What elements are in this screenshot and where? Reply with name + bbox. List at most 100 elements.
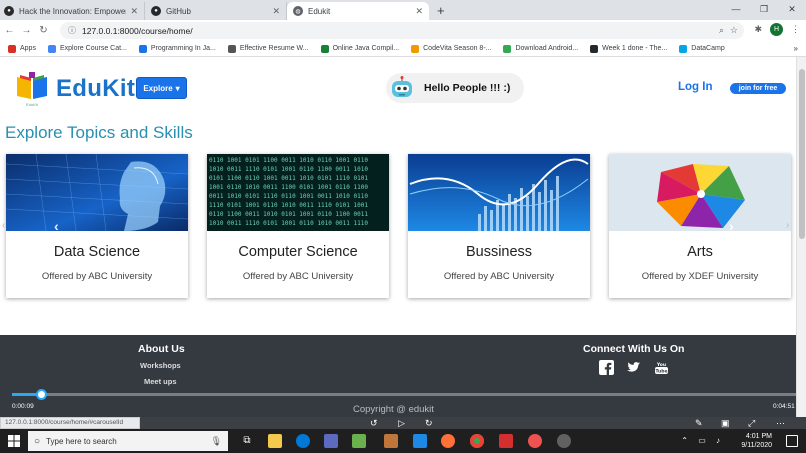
bookmark-item[interactable]: CodeVita Season 8-... — [411, 44, 491, 53]
bookmark-item[interactable]: Download Android... — [503, 44, 578, 53]
close-icon[interactable]: ✕ — [130, 6, 138, 17]
total-time: 0:04:51 — [773, 403, 795, 410]
fast-forward-icon[interactable]: ↻ — [425, 417, 433, 429]
new-tab-button[interactable]: + — [437, 3, 445, 18]
bookmark-favicon-icon — [227, 44, 236, 53]
tab-hack-the-innovation[interactable]: ● Hack the Innovation: Empowerin ✕ — [0, 2, 145, 20]
edukit-logo-icon[interactable] — [14, 71, 50, 101]
profile-avatar[interactable]: H — [770, 23, 783, 36]
bookmark-item[interactable]: Apps — [8, 44, 36, 53]
svg-text:1010 0011 1110 0101 1001 0110: 1010 0011 1110 0101 1001 0110 1100 0011 … — [209, 166, 368, 173]
taskbar-search-input[interactable]: ○ Type here to search 🎙︎ — [28, 431, 228, 451]
play-icon[interactable]: ▷ — [398, 417, 405, 429]
edge-icon[interactable] — [296, 434, 310, 448]
edit-icon[interactable]: ✎ — [695, 417, 703, 429]
course-name: Computer Science — [238, 244, 358, 260]
svg-text:0110 1001 0101 1100 0011 1010: 0110 1001 0101 1100 0011 1010 0110 1001 … — [209, 157, 368, 164]
address-bar: ← → ↻ ⓘ 127.0.0.1:8000/course/home/ ⌕ ☆ … — [0, 20, 806, 41]
tab-title: Hack the Innovation: Empowerin — [19, 6, 127, 16]
site-logo-text[interactable]: EduKit — [56, 75, 135, 103]
fullscreen-icon[interactable]: ⤢ — [748, 417, 755, 429]
scroll-left-icon[interactable]: ‹ — [2, 220, 5, 231]
bookmark-favicon-icon — [679, 44, 688, 53]
caret-down-icon: ▾ — [175, 83, 180, 93]
zoom-icon[interactable]: ⌕ — [719, 25, 724, 36]
store-icon[interactable] — [324, 434, 338, 448]
twitter-icon[interactable] — [626, 360, 641, 375]
window-controls: — ❐ ✕ — [722, 0, 806, 18]
page-scrollbar[interactable] — [796, 57, 806, 417]
mini-player-icon[interactable]: ▣ — [721, 417, 730, 429]
info-icon[interactable]: ⓘ — [68, 25, 76, 36]
bookmark-item[interactable]: Effective Resume W... — [227, 44, 309, 53]
course-name: Data Science — [53, 244, 141, 260]
svg-text:1010 0011 1110 0101 1001 0110: 1010 0011 1110 0101 1001 0110 1010 0011 … — [209, 220, 368, 227]
minimize-icon[interactable]: — — [722, 0, 750, 18]
bookmarks-overflow-icon[interactable]: » — [794, 44, 798, 53]
facebook-icon[interactable] — [599, 360, 614, 375]
course-card-data-science[interactable]: ‹ Data Science Offered by ABC University — [5, 153, 189, 298]
chrome-icon[interactable] — [470, 434, 484, 448]
firefox-icon[interactable] — [441, 434, 455, 448]
back-arrow-icon[interactable]: ← — [2, 25, 17, 36]
search-placeholder: Type here to search — [46, 436, 117, 446]
meetups-link[interactable]: Meet ups — [144, 377, 177, 386]
tab-title: GitHub — [166, 6, 191, 16]
course-card-computer-science[interactable]: 0110 1001 0101 1100 0011 1010 0110 1001 … — [207, 154, 389, 298]
youtube-icon[interactable]: You Tube — [654, 360, 669, 375]
course-card-arts[interactable]: › Arts Offered by XDEF University — [609, 154, 791, 298]
course-card-bussiness[interactable]: Bussiness Offered by ABC University — [408, 154, 590, 298]
file-explorer-icon[interactable] — [268, 434, 282, 448]
bookmark-item[interactable]: Programming In Ja... — [138, 44, 216, 53]
forward-arrow-icon[interactable]: → — [19, 25, 34, 36]
tab-edukit[interactable]: ◍ Edukit ✕ — [287, 2, 429, 20]
url-input[interactable]: ⓘ 127.0.0.1:8000/course/home/ ⌕ ☆ — [60, 22, 744, 39]
more-options-icon[interactable]: ⋯ — [776, 417, 785, 429]
clock-date: 9/11/2020 — [741, 442, 772, 449]
site-footer: About Us Workshops Meet ups Connect With… — [0, 335, 796, 417]
tab-github[interactable]: ● GitHub ✕ — [145, 2, 287, 20]
logo-subtitle: EduKit — [26, 102, 38, 107]
svg-text:0101 1100 0110 1001 0011 1010: 0101 1100 0110 1001 0011 1010 0101 1110 … — [209, 175, 368, 182]
close-icon[interactable]: ✕ — [272, 6, 280, 17]
bookmark-item[interactable]: Online Java Compil... — [320, 44, 399, 53]
vscode-icon[interactable] — [413, 434, 427, 448]
microphone-icon[interactable]: 🎙︎ — [211, 436, 222, 447]
video-seek-bar[interactable] — [12, 393, 796, 396]
bookmark-label: Explore Course Cat... — [59, 45, 127, 52]
carousel-prev-icon[interactable]: ‹ — [54, 218, 59, 234]
bookmark-item[interactable]: Explore Course Cat... — [47, 44, 127, 53]
login-link[interactable]: Log In — [678, 81, 713, 93]
business-image — [408, 154, 590, 231]
reload-icon[interactable]: ↻ — [36, 25, 51, 36]
settings-app-icon[interactable] — [557, 434, 571, 448]
bookmark-item[interactable]: Week 1 done - The... — [590, 44, 668, 53]
carousel-next-icon[interactable]: › — [729, 218, 734, 234]
clock[interactable]: 4:01 PM 9/11/2020 — [741, 432, 772, 450]
star-icon[interactable]: ☆ — [730, 25, 738, 36]
acrobat-icon[interactable] — [499, 434, 513, 448]
course-provider: Offered by ABC University — [41, 271, 153, 282]
office-icon[interactable] — [384, 434, 398, 448]
menu-kebab-icon[interactable]: ⋮ — [791, 24, 800, 35]
close-window-icon[interactable]: ✕ — [778, 0, 806, 18]
scrollbar-thumb[interactable] — [799, 69, 805, 239]
rewind-icon[interactable]: ↺ — [370, 417, 378, 429]
app-icon[interactable] — [352, 434, 366, 448]
task-view-icon[interactable]: ⧉ — [240, 434, 254, 448]
system-tray-icons[interactable]: ⌃ ▭ ♪ — [681, 436, 724, 445]
extensions-icon[interactable]: ✱ — [754, 24, 762, 35]
notification-icon[interactable] — [786, 435, 798, 447]
close-icon[interactable]: ✕ — [415, 6, 423, 17]
media-icon[interactable] — [528, 434, 542, 448]
bookmark-item[interactable]: DataCamp — [679, 44, 725, 53]
explore-dropdown-button[interactable]: Explore ▾ — [136, 77, 187, 99]
scroll-right-icon[interactable]: › — [786, 220, 789, 231]
seek-handle[interactable] — [36, 389, 47, 400]
join-for-free-button[interactable]: join for free — [730, 83, 786, 94]
maximize-icon[interactable]: ❐ — [750, 0, 778, 18]
robot-icon — [392, 76, 412, 97]
workshops-link[interactable]: Workshops — [140, 361, 181, 370]
windows-start-icon[interactable] — [8, 435, 20, 447]
bookmark-label: Week 1 done - The... — [602, 45, 668, 52]
